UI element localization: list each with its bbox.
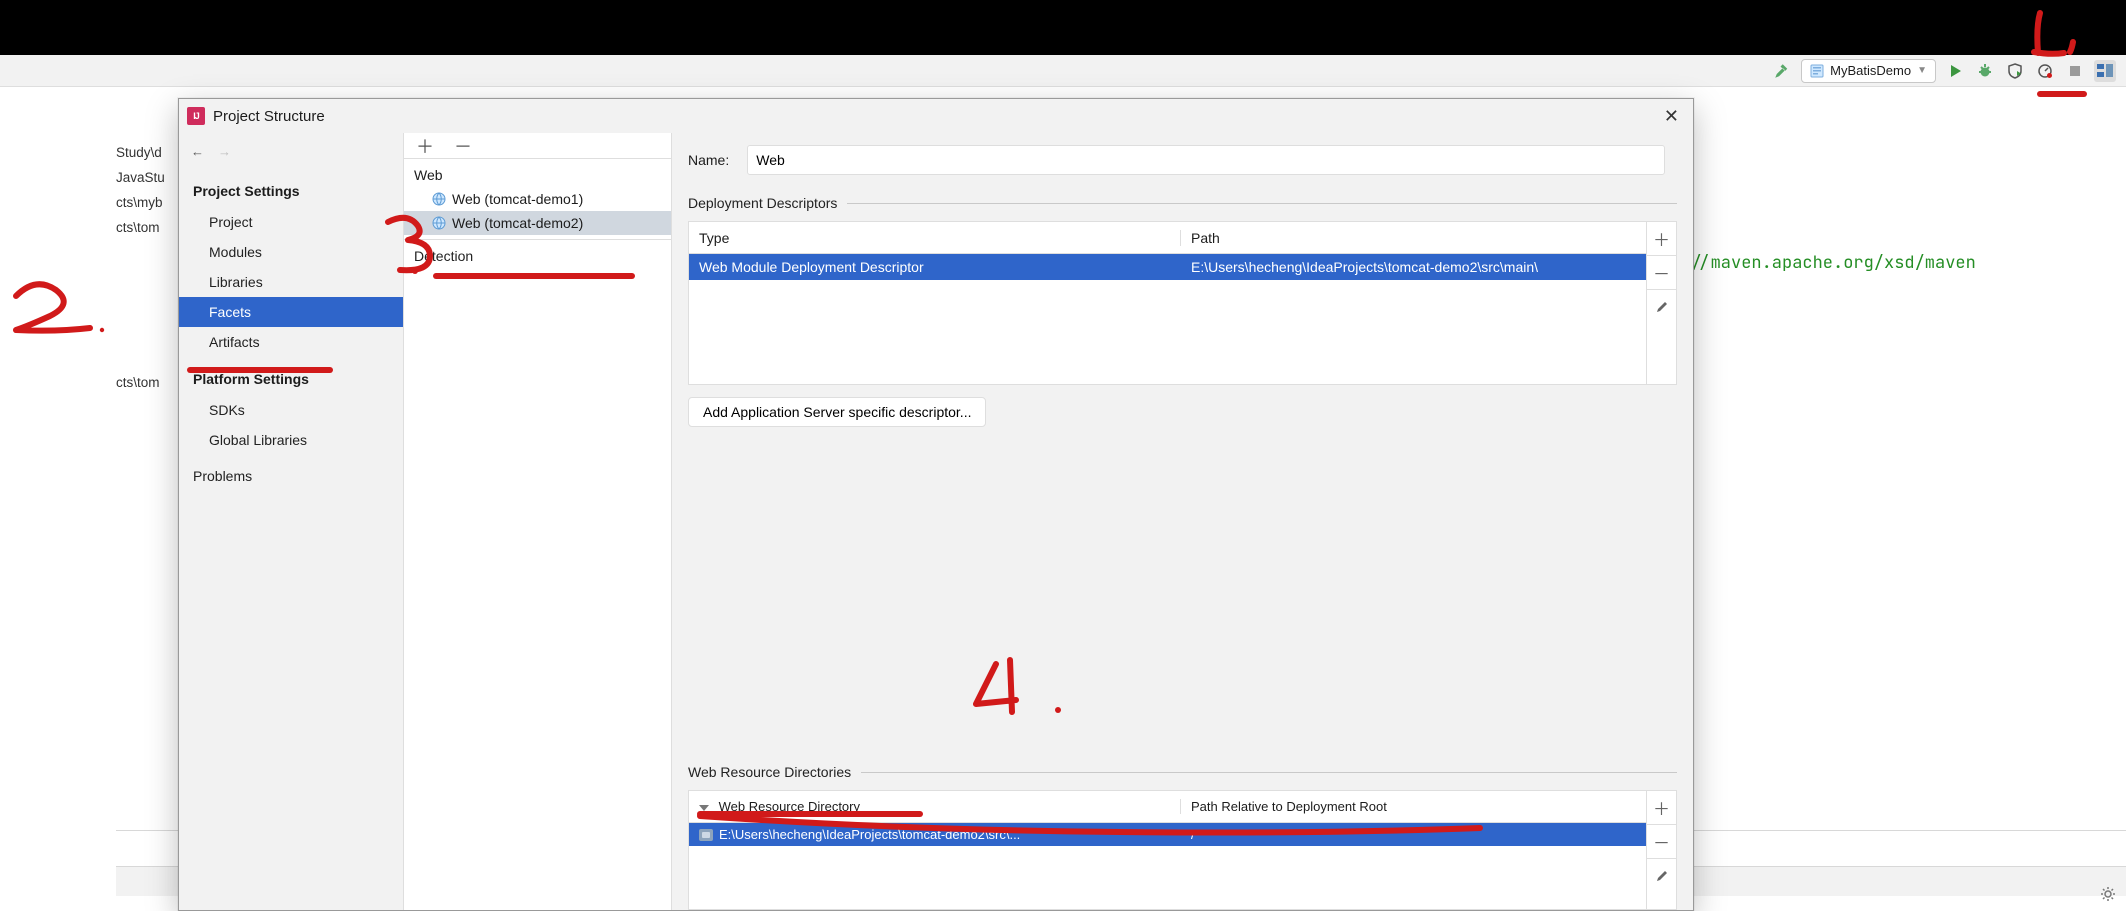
coverage-icon[interactable] bbox=[2004, 60, 2026, 82]
col-type[interactable]: Type bbox=[689, 230, 1181, 246]
cell-path: E:\Users\hecheng\IdeaProjects\tomcat-dem… bbox=[1181, 259, 1646, 275]
dialog-titlebar: Project Structure ✕ bbox=[179, 99, 1693, 133]
edit-row-icon[interactable] bbox=[1647, 859, 1676, 893]
table-side-buttons: ＋ － bbox=[1646, 222, 1676, 384]
detection-tab[interactable]: Detection bbox=[404, 239, 671, 272]
table-side-buttons: ＋ － bbox=[1646, 791, 1676, 909]
project-structure-dialog: Project Structure ✕ ← → Project Settings… bbox=[178, 98, 1694, 911]
add-server-descriptor-button[interactable]: Add Application Server specific descript… bbox=[688, 397, 986, 427]
remove-row-icon[interactable]: － bbox=[1647, 256, 1676, 290]
cell-type: Web Module Deployment Descriptor bbox=[689, 259, 1181, 275]
sidebar-group-project: Project Settings bbox=[179, 175, 403, 207]
table-row[interactable]: E:\Users\hecheng\IdeaProjects\tomcat-dem… bbox=[689, 823, 1646, 846]
facet-node-label: Web (tomcat-demo2) bbox=[452, 215, 583, 231]
sidebar-item-global-libraries[interactable]: Global Libraries bbox=[179, 425, 403, 455]
project-structure-icon[interactable] bbox=[2094, 60, 2116, 82]
debug-icon[interactable] bbox=[1974, 60, 1996, 82]
settings-sidebar: ← → Project Settings Project Modules Lib… bbox=[179, 133, 404, 910]
sidebar-group-platform: Platform Settings bbox=[179, 363, 403, 395]
run-config-icon bbox=[1810, 64, 1824, 78]
facet-editor: Name: Deployment Descriptors Type Path W… bbox=[672, 133, 1693, 910]
table-header: Type Path bbox=[689, 222, 1646, 254]
cell-wr-dir: E:\Users\hecheng\IdeaProjects\tomcat-dem… bbox=[719, 827, 1020, 842]
facet-group-web[interactable]: Web bbox=[404, 163, 671, 187]
run-config-selector[interactable]: MyBatisDemo ▼ bbox=[1801, 59, 1936, 83]
add-facet-icon[interactable]: ＋ bbox=[416, 133, 434, 159]
edit-row-icon[interactable] bbox=[1647, 290, 1676, 324]
stop-icon[interactable] bbox=[2064, 60, 2086, 82]
table-row[interactable]: Web Module Deployment Descriptor E:\User… bbox=[689, 254, 1646, 280]
code-fragment: ://maven.apache.org/xsd/maven bbox=[1680, 252, 1976, 274]
separator bbox=[847, 203, 1677, 204]
facet-node-web-2[interactable]: Web (tomcat-demo2) bbox=[404, 211, 671, 235]
sidebar-item-project[interactable]: Project bbox=[179, 207, 403, 237]
sort-icon bbox=[699, 805, 709, 811]
separator bbox=[861, 772, 1677, 773]
col-wr-dir[interactable]: Web Resource Directory bbox=[689, 799, 1181, 814]
run-icon[interactable] bbox=[1944, 60, 1966, 82]
web-facet-icon bbox=[432, 216, 446, 230]
sidebar-item-artifacts[interactable]: Artifacts bbox=[179, 327, 403, 357]
remove-facet-icon[interactable]: － bbox=[454, 133, 472, 159]
run-config-label: MyBatisDemo bbox=[1830, 63, 1911, 78]
sidebar-item-facets[interactable]: Facets bbox=[179, 297, 403, 327]
build-icon[interactable] bbox=[1771, 60, 1793, 82]
table-header: Web Resource Directory Path Relative to … bbox=[689, 791, 1646, 823]
sidebar-item-sdks[interactable]: SDKs bbox=[179, 395, 403, 425]
web-resource-table: Web Resource Directory Path Relative to … bbox=[688, 790, 1677, 910]
forward-arrow-icon[interactable]: → bbox=[218, 144, 231, 159]
chevron-down-icon: ▼ bbox=[1917, 65, 1927, 76]
facets-list-pane: ＋ － Web Web (tomcat-demo1) Web (tomcat-d… bbox=[404, 133, 672, 910]
dialog-title: Project Structure bbox=[213, 108, 325, 125]
facet-node-label: Web (tomcat-demo1) bbox=[452, 191, 583, 207]
ide-toolbar: MyBatisDemo ▼ bbox=[0, 55, 2126, 87]
sidebar-item-libraries[interactable]: Libraries bbox=[179, 267, 403, 297]
col-wr-path[interactable]: Path Relative to Deployment Root bbox=[1181, 799, 1646, 814]
cell-wr-path: / bbox=[1181, 827, 1646, 842]
back-arrow-icon[interactable]: ← bbox=[191, 144, 204, 159]
deployment-descriptors-title: Deployment Descriptors bbox=[688, 195, 837, 211]
deployment-descriptors-table: Type Path Web Module Deployment Descript… bbox=[688, 221, 1677, 385]
facet-node-web-1[interactable]: Web (tomcat-demo1) bbox=[404, 187, 671, 211]
web-facet-icon bbox=[432, 192, 446, 206]
intellij-logo-icon bbox=[187, 107, 205, 125]
col-path[interactable]: Path bbox=[1181, 230, 1646, 246]
add-row-icon[interactable]: ＋ bbox=[1647, 222, 1676, 256]
close-icon[interactable]: ✕ bbox=[1658, 106, 1685, 127]
facet-name-input[interactable] bbox=[747, 145, 1665, 175]
editor-tab-partials: Study\d JavaStu cts\myb cts\tom cts\tom bbox=[116, 140, 165, 395]
folder-icon bbox=[699, 829, 713, 841]
crop-black-band bbox=[0, 0, 2126, 55]
profile-icon[interactable] bbox=[2034, 60, 2056, 82]
web-resource-dirs-title: Web Resource Directories bbox=[688, 764, 851, 780]
sidebar-item-problems[interactable]: Problems bbox=[179, 461, 403, 491]
gear-icon[interactable] bbox=[2100, 886, 2116, 905]
name-label: Name: bbox=[688, 152, 729, 168]
nav-history: ← → bbox=[179, 133, 403, 169]
sidebar-item-modules[interactable]: Modules bbox=[179, 237, 403, 267]
add-row-icon[interactable]: ＋ bbox=[1647, 791, 1676, 825]
remove-row-icon[interactable]: － bbox=[1647, 825, 1676, 859]
